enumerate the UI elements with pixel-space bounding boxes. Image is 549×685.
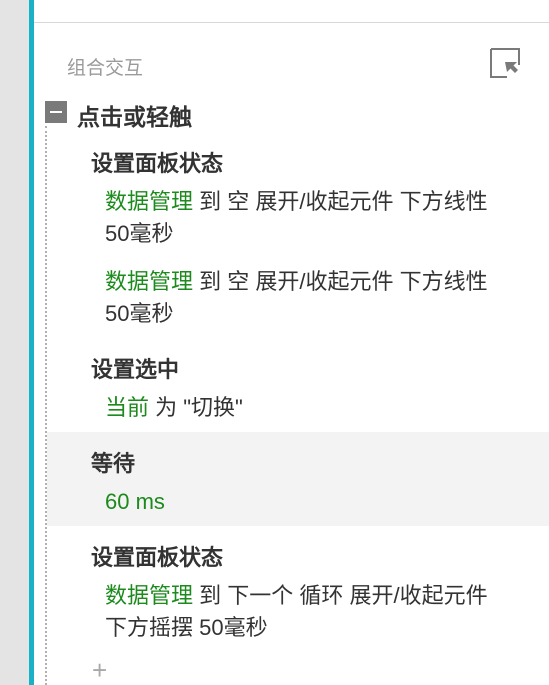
action-title-set-selected[interactable]: 设置选中 — [91, 352, 179, 384]
top-divider — [34, 22, 549, 23]
action-detail[interactable]: 数据管理 到 空 展开/收起元件 下方线性 50毫秒 — [105, 266, 545, 330]
action-detail[interactable]: 数据管理 到 下一个 循环 展开/收起元件下方摇摆 50毫秒 — [105, 580, 545, 644]
action-title-set-panel-state[interactable]: 设置面板状态 — [91, 146, 223, 178]
minus-square-icon[interactable] — [45, 101, 67, 123]
add-action-button[interactable]: + — [92, 656, 107, 684]
wait-duration: 60 ms — [105, 489, 165, 514]
action-title-wait[interactable]: 等待 — [91, 446, 135, 478]
detail-text: 50毫秒 — [105, 301, 174, 326]
action-detail[interactable]: 60 ms — [105, 486, 545, 518]
target-widget: 数据管理 — [105, 583, 194, 608]
select-region-icon[interactable] — [490, 48, 520, 78]
target-widget: 数据管理 — [105, 269, 194, 294]
action-detail[interactable]: 当前 为 "切换" — [105, 392, 545, 424]
detail-text: 为 "切换" — [149, 395, 243, 420]
detail-text: 到 空 展开/收起元件 下方线性 — [193, 189, 488, 214]
detail-text: 下方摇摆 50毫秒 — [105, 615, 268, 640]
detail-text: 到 空 展开/收起元件 下方线性 — [193, 269, 488, 294]
left-gutter — [0, 0, 29, 685]
detail-text: 50毫秒 — [105, 221, 174, 246]
interaction-panel: 组合交互 点击或轻触 设置面板状态 数据管理 到 空 展开/收起元件 下方线性 5… — [34, 0, 549, 685]
target-widget: 当前 — [105, 395, 150, 420]
event-label: 点击或轻触 — [77, 104, 192, 130]
action-detail[interactable]: 数据管理 到 空 展开/收起元件 下方线性 50毫秒 — [105, 186, 545, 250]
action-title-set-panel-state[interactable]: 设置面板状态 — [91, 540, 223, 572]
tree-connector-line — [45, 126, 47, 685]
target-widget: 数据管理 — [105, 189, 194, 214]
group-title: 组合交互 — [67, 58, 144, 79]
event-row-click[interactable]: 点击或轻触 — [45, 98, 525, 130]
detail-text: 到 下一个 循环 展开/收起元件 — [193, 583, 488, 608]
